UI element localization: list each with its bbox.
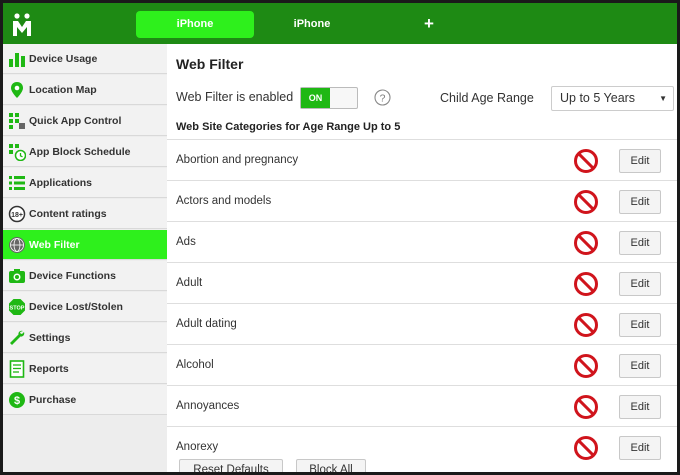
- map-pin-icon: [11, 82, 23, 98]
- svg-text:18+: 18+: [11, 212, 23, 219]
- schedule-icon: [9, 144, 26, 161]
- dropdown-arrow-icon: ▼: [659, 94, 667, 103]
- age-range-select[interactable]: Up to 5 Years ▼: [551, 86, 674, 111]
- block-icon[interactable]: [573, 353, 599, 379]
- age-range-value: Up to 5 Years: [560, 91, 636, 105]
- svg-text:$: $: [14, 395, 20, 407]
- category-name: Actors and models: [176, 195, 272, 207]
- edit-button[interactable]: Edit: [619, 354, 661, 378]
- edit-button[interactable]: Edit: [619, 436, 661, 460]
- sidebar-item-label: Web Filter: [29, 239, 80, 251]
- category-row: Adult Edit: [167, 262, 677, 303]
- app-window: iPhone iPhone + Device Usage Location Ma…: [3, 3, 677, 472]
- tab-iphone-1[interactable]: iPhone: [136, 11, 254, 38]
- tab-iphone-2[interactable]: iPhone: [253, 11, 371, 38]
- category-row: Annoyances Edit: [167, 385, 677, 426]
- main-panel: Web Filter Web Filter is enabled ON ? Ch…: [167, 44, 677, 472]
- globe-icon: [9, 237, 25, 253]
- app-grid-icon: [9, 113, 25, 129]
- sidebar-item-app-block-schedule[interactable]: App Block Schedule: [3, 137, 167, 167]
- sidebar-item-label: Purchase: [29, 394, 77, 406]
- wrench-icon: [10, 330, 25, 345]
- block-icon[interactable]: [573, 271, 599, 297]
- block-icon[interactable]: [573, 435, 599, 461]
- sidebar-item-label: App Block Schedule: [29, 146, 131, 158]
- edit-button[interactable]: Edit: [619, 313, 661, 337]
- category-row: Abortion and pregnancy Edit: [167, 139, 677, 180]
- category-row: Ads Edit: [167, 221, 677, 262]
- web-filter-toggle[interactable]: ON: [300, 87, 358, 109]
- report-icon: [9, 360, 25, 378]
- categories-heading: Web Site Categories for Age Range Up to …: [176, 121, 401, 133]
- sidebar-item-label: Reports: [29, 363, 69, 375]
- category-name: Adult dating: [176, 318, 237, 330]
- block-all-button[interactable]: Block All: [296, 459, 366, 472]
- sidebar-item-label: Content ratings: [29, 208, 107, 220]
- sidebar-item-device-usage[interactable]: Device Usage: [3, 44, 167, 74]
- sidebar: Device Usage Location Map Quick App Cont…: [3, 44, 167, 472]
- category-name: Abortion and pregnancy: [176, 154, 299, 166]
- svg-text:STOP: STOP: [10, 306, 25, 312]
- sidebar-item-reports[interactable]: Reports: [3, 354, 167, 384]
- sidebar-item-label: Device Functions: [29, 270, 116, 282]
- app-logo-icon: [13, 13, 31, 36]
- edit-button[interactable]: Edit: [619, 272, 661, 296]
- edit-button[interactable]: Edit: [619, 231, 661, 255]
- child-age-range-label: Child Age Range: [440, 91, 534, 105]
- sidebar-item-web-filter[interactable]: Web Filter: [3, 230, 167, 260]
- dollar-icon: $: [9, 392, 25, 408]
- sidebar-item-label: Applications: [29, 177, 93, 189]
- category-name: Adult: [176, 277, 203, 289]
- category-row: Actors and models Edit: [167, 180, 677, 221]
- sidebar-item-settings[interactable]: Settings: [3, 323, 167, 353]
- svg-text:?: ?: [380, 92, 386, 104]
- reset-defaults-button[interactable]: Reset Defaults: [179, 459, 283, 472]
- camera-icon: [9, 269, 25, 283]
- block-icon[interactable]: [573, 189, 599, 215]
- sidebar-item-label: Device Usage: [29, 53, 98, 65]
- sidebar-item-label: Settings: [29, 332, 71, 344]
- sidebar-item-label: Location Map: [29, 84, 97, 96]
- sidebar-item-device-functions[interactable]: Device Functions: [3, 261, 167, 291]
- category-name: Annoyances: [176, 400, 240, 412]
- list-icon: [9, 176, 25, 190]
- block-icon[interactable]: [573, 148, 599, 174]
- sidebar-item-content-ratings[interactable]: 18+ Content ratings: [3, 199, 167, 229]
- toggle-on-label: ON: [301, 88, 330, 108]
- sidebar-item-applications[interactable]: Applications: [3, 168, 167, 198]
- edit-button[interactable]: Edit: [619, 149, 661, 173]
- category-name: Alcohol: [176, 359, 214, 371]
- bar-chart-icon: [9, 53, 25, 67]
- category-row: Alcohol Edit: [167, 344, 677, 385]
- sidebar-item-device-lost-stolen[interactable]: STOP Device Lost/Stolen: [3, 292, 167, 322]
- rating-icon: 18+: [8, 205, 26, 223]
- block-icon[interactable]: [573, 394, 599, 420]
- category-name: Ads: [176, 236, 196, 248]
- block-icon[interactable]: [573, 230, 599, 256]
- page-title: Web Filter: [176, 56, 244, 72]
- edit-button[interactable]: Edit: [619, 190, 661, 214]
- sidebar-item-quick-app-control[interactable]: Quick App Control: [3, 106, 167, 136]
- edit-button[interactable]: Edit: [619, 395, 661, 419]
- category-row: Adult dating Edit: [167, 303, 677, 344]
- block-icon[interactable]: [573, 312, 599, 338]
- stop-icon: STOP: [9, 299, 25, 315]
- help-icon[interactable]: ?: [374, 89, 391, 106]
- top-bar: iPhone iPhone +: [3, 3, 677, 44]
- sidebar-item-label: Device Lost/Stolen: [29, 301, 123, 313]
- web-filter-enabled-label: Web Filter is enabled: [176, 90, 294, 104]
- sidebar-item-purchase[interactable]: $ Purchase: [3, 385, 167, 415]
- sidebar-item-location-map[interactable]: Location Map: [3, 75, 167, 105]
- add-device-button[interactable]: +: [419, 11, 439, 38]
- sidebar-item-label: Quick App Control: [29, 115, 122, 127]
